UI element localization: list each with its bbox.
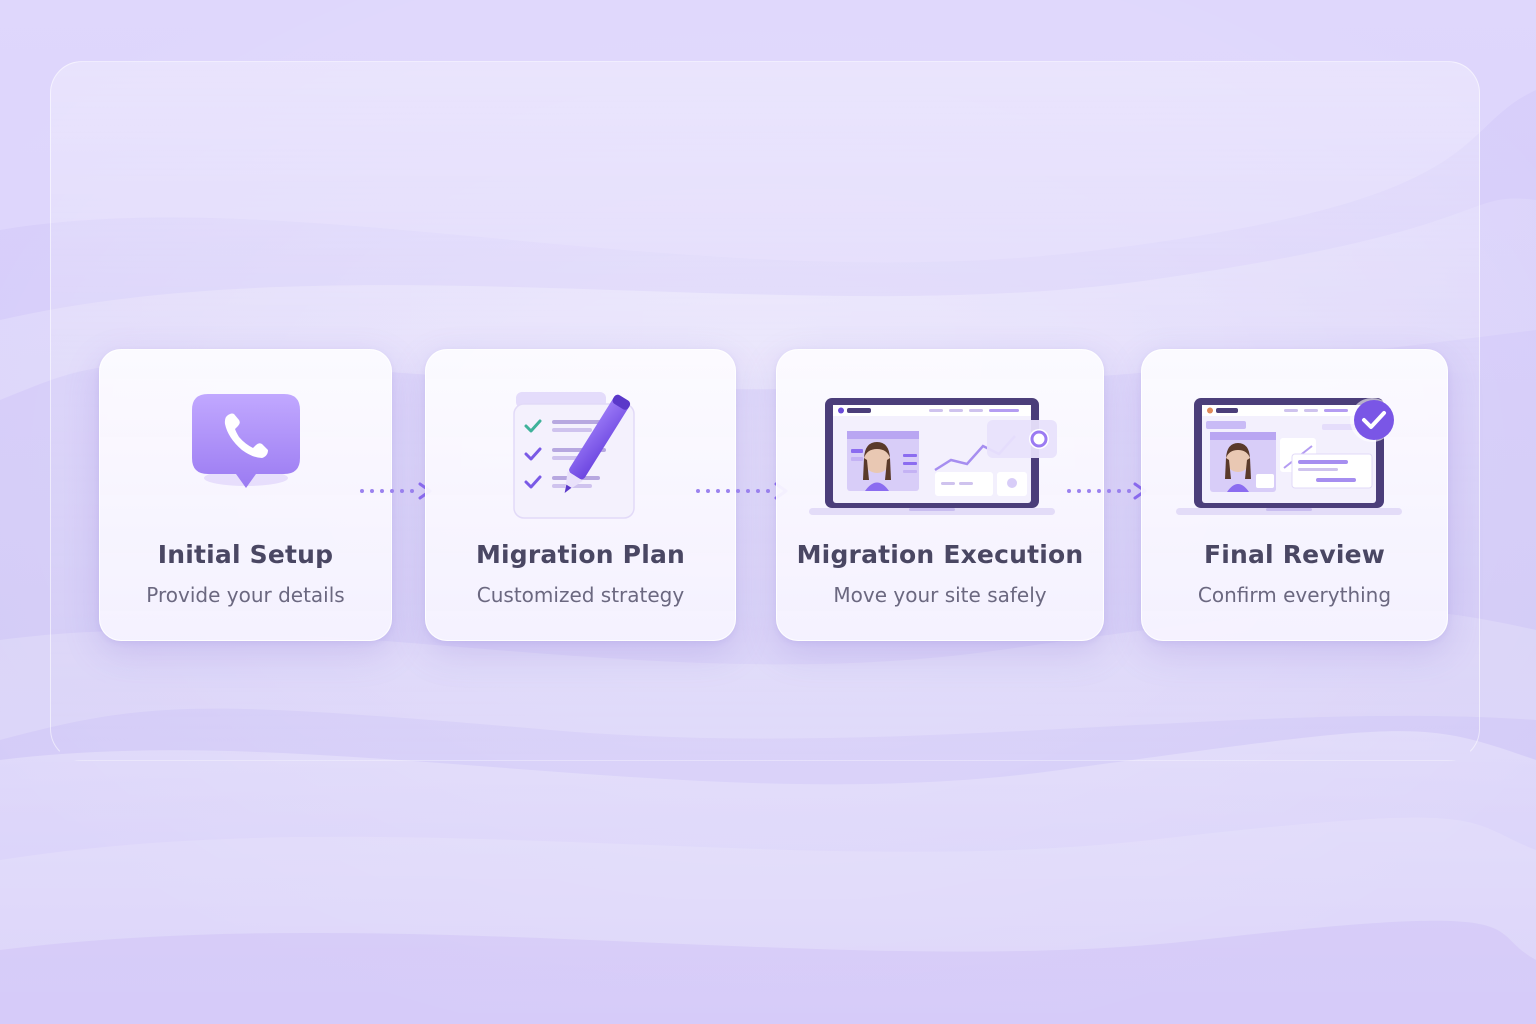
- checklist-pencil-icon: [513, 392, 635, 519]
- step-card-final-review[interactable]: Final Review Confirm everything: [1141, 349, 1448, 641]
- step-title: Initial Setup: [157, 540, 334, 569]
- step-title: Migration Execution: [796, 540, 1084, 569]
- step-subtitle: Provide your details: [146, 583, 345, 607]
- laptop-check-icon: [1176, 398, 1402, 515]
- step-card-migration-execution[interactable]: Migration Execution Move your site safel…: [776, 349, 1104, 641]
- step-card-initial-setup[interactable]: Initial Setup Provide your details: [99, 349, 392, 641]
- dotted-arrow-connector: [1067, 482, 1147, 500]
- step-title: Final Review: [1203, 540, 1386, 569]
- step-subtitle: Customized strategy: [476, 583, 685, 607]
- step-card-migration-plan[interactable]: Migration Plan Customized strategy: [425, 349, 736, 641]
- laptop-dashboard-icon: [809, 398, 1057, 515]
- step-title: Migration Plan: [475, 540, 686, 569]
- step-subtitle: Move your site safely: [833, 583, 1047, 607]
- step-subtitle: Confirm everything: [1197, 583, 1392, 607]
- phone-chat-icon: [192, 394, 300, 488]
